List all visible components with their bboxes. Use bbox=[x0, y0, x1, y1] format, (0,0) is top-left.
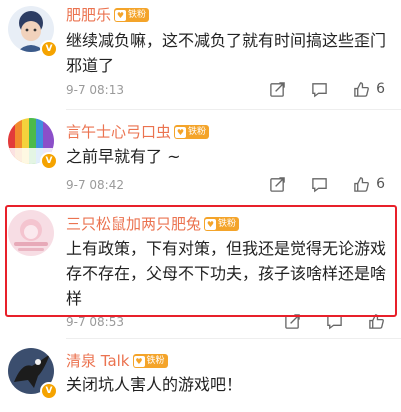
timestamp: 9-7 08:13 bbox=[66, 83, 124, 97]
comment-icon[interactable] bbox=[310, 175, 328, 193]
username[interactable]: 肥肥乐 bbox=[66, 5, 111, 25]
like-count: 6 bbox=[376, 176, 385, 192]
fan-badge-label: 铁粉 bbox=[146, 356, 165, 366]
user-row: 肥肥乐 ♥ 铁粉 bbox=[66, 5, 150, 25]
comment-text: 关闭坑人害人的游戏吧！ bbox=[66, 372, 242, 397]
comment-line: 之前早就有了 ~ bbox=[66, 147, 181, 166]
like-count: 6 bbox=[376, 81, 385, 97]
timestamp: 9-7 08:42 bbox=[66, 178, 124, 192]
like-icon[interactable] bbox=[352, 175, 370, 193]
share-icon[interactable] bbox=[268, 175, 286, 193]
comment-text: 之前早就有了 ~ bbox=[66, 144, 181, 169]
heart-badge-icon: ♥ bbox=[175, 126, 187, 138]
comment-actions: 6 bbox=[244, 175, 385, 193]
comment-icon[interactable] bbox=[310, 80, 328, 98]
comment-line: 邪道了 bbox=[66, 56, 115, 75]
comment-line: 继续减负嘛，这不减负了就有时间搞这些歪门 bbox=[66, 31, 387, 50]
divider bbox=[66, 338, 401, 339]
username[interactable]: 言午士心弓口虫 bbox=[66, 122, 171, 142]
user-row: 言午士心弓口虫 ♥ 铁粉 bbox=[66, 122, 210, 142]
like-icon[interactable] bbox=[352, 80, 370, 98]
fan-badge-label: 铁粉 bbox=[128, 10, 147, 20]
comment-line: 关闭坑人害人的游戏吧！ bbox=[66, 375, 243, 394]
comment-item: V 清泉 Talk ♥ 铁粉 关闭坑人害人的游戏吧！ bbox=[0, 338, 401, 412]
verified-v-icon: V bbox=[40, 382, 58, 400]
heart-badge-icon: ♥ bbox=[115, 9, 127, 21]
highlight-box bbox=[5, 205, 397, 317]
verified-v-icon: V bbox=[40, 152, 58, 170]
comment-item: V 言午士心弓口虫 ♥ 铁粉 之前早就有了 ~ 9-7 08:42 6 bbox=[0, 110, 401, 204]
fan-badge: ♥ 铁粉 bbox=[114, 8, 150, 22]
share-icon[interactable] bbox=[268, 80, 286, 98]
comment-item: V 肥肥乐 ♥ 铁粉 继续减负嘛，这不减负了就有时间搞这些歪门 邪道了 9-7 0… bbox=[0, 0, 401, 110]
fan-badge: ♥ 铁粉 bbox=[132, 354, 168, 368]
user-row: 清泉 Talk ♥ 铁粉 bbox=[66, 351, 168, 371]
verified-v-icon: V bbox=[40, 40, 58, 58]
comment-actions: 6 bbox=[244, 80, 385, 98]
username[interactable]: 清泉 Talk bbox=[66, 351, 130, 371]
fan-badge: ♥ 铁粉 bbox=[174, 125, 210, 139]
heart-badge-icon: ♥ bbox=[133, 355, 145, 367]
comment-text: 继续减负嘛，这不减负了就有时间搞这些歪门 邪道了 bbox=[66, 28, 386, 78]
fan-badge-label: 铁粉 bbox=[188, 127, 207, 137]
